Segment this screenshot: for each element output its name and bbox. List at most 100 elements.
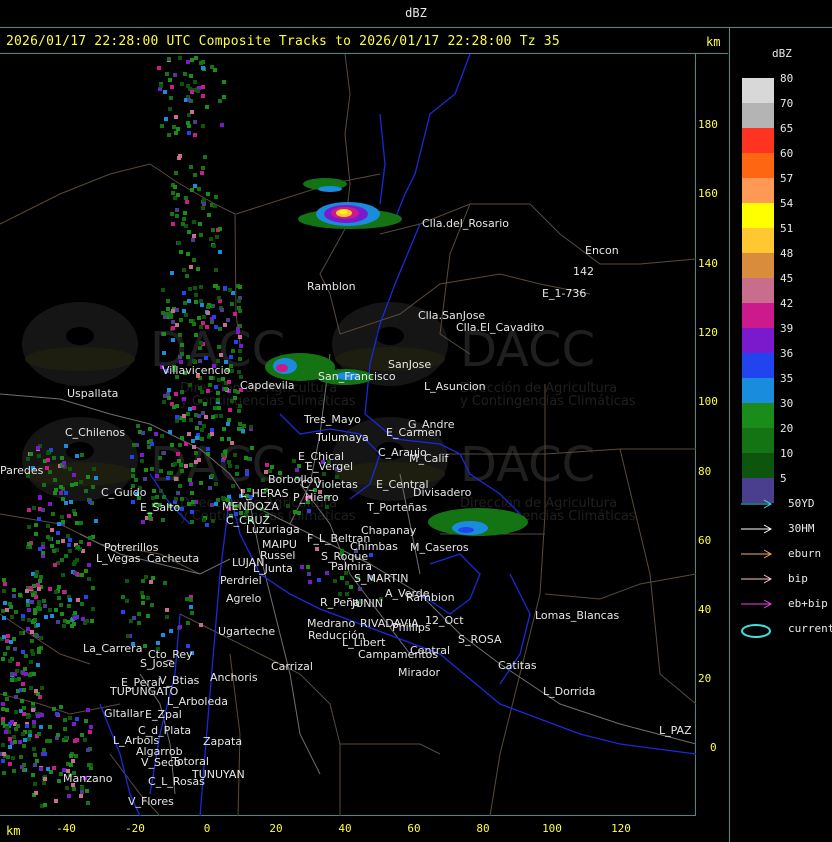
place-label: S_MARTIN [354, 572, 409, 585]
legend-value: 57 [780, 172, 794, 185]
place-label: 12_Oct [425, 614, 464, 627]
place-label: S_ROSA [458, 633, 502, 646]
track-arrow-icon [741, 524, 773, 534]
legend-swatch [742, 453, 774, 478]
legend-value: 5 [780, 472, 787, 485]
track-legend-item: bip [740, 571, 832, 587]
legend-swatch [742, 303, 774, 328]
legend-value: 36 [780, 347, 794, 360]
place-label: Ugarteche [218, 625, 275, 638]
place-label: E_Carmen [386, 426, 442, 439]
legend-value: 39 [780, 322, 794, 335]
place-label: MENDOZA [222, 500, 279, 513]
place-label: L_HERAS [240, 487, 289, 500]
legend-swatch [742, 428, 774, 453]
place-label: Cacheuta [147, 552, 199, 565]
x-tick: 60 [407, 822, 421, 835]
x-tick: 20 [269, 822, 283, 835]
place-label: V_Flores [128, 795, 174, 808]
y-tick: 180 [698, 118, 718, 131]
track-label: 30HM [788, 522, 815, 535]
place-label: 142 [573, 265, 594, 278]
legend-value: 48 [780, 247, 794, 260]
place-label: Encon [585, 244, 619, 257]
x-tick: 120 [611, 822, 631, 835]
place-label: Perdriel [220, 574, 262, 587]
legend-value: 80 [780, 72, 794, 85]
watermark-line2: y Contingencias Climáticas [180, 394, 356, 409]
place-label: San_Francisco [318, 370, 396, 383]
place-label: Gltallar [104, 707, 144, 720]
place-label: C_Violetas [301, 478, 358, 491]
place-label: Totoral [171, 755, 209, 768]
y-tick: 60 [698, 534, 712, 547]
x-tick: 80 [476, 822, 490, 835]
track-label: current [788, 622, 832, 635]
legend-swatch [742, 203, 774, 228]
place-label: Central [410, 644, 450, 657]
x-tick: 0 [203, 822, 211, 835]
legend-swatch [742, 353, 774, 378]
legend-value: 42 [780, 297, 794, 310]
place-label: S_Jose [140, 657, 175, 670]
place-label: E_Salto [140, 501, 181, 514]
place-label: E_1-736 [542, 287, 586, 300]
place-label: Luzuriaga [246, 523, 300, 536]
window-title: dBZ [405, 6, 427, 20]
y-tick: 20 [698, 672, 712, 685]
place-label: E_Zpal [145, 708, 182, 721]
place-label: Clla.del_Rosario [422, 217, 509, 230]
legend-value: 54 [780, 197, 794, 210]
track-arrow-icon [741, 574, 773, 584]
storm-cell-east [428, 508, 528, 536]
track-legend-item: 30HM [740, 521, 832, 537]
legend-swatch [742, 378, 774, 403]
legend-swatch [742, 103, 774, 128]
legend-swatch [742, 153, 774, 178]
x-tick: -20 [125, 822, 145, 835]
legend-value: 10 [780, 447, 794, 460]
place-label: L_PAZ [659, 724, 692, 737]
legend-value: 30 [780, 397, 794, 410]
track-legend-item: eb+bip [740, 596, 832, 612]
place-label: L_Dorrida [543, 685, 595, 698]
x-axis-unit: km [6, 824, 21, 838]
place-label: Mirador [398, 666, 441, 679]
watermark-line2: y Contingencias Climáticas [460, 394, 636, 409]
radar-map[interactable]: DACC Dirección de Agricultura y Continge… [0, 54, 696, 816]
legend-swatch [742, 78, 774, 103]
legend-swatch [742, 178, 774, 203]
legend-value: 60 [780, 147, 794, 160]
place-label: P_Hierro [293, 491, 339, 504]
track-label: eb+bip [788, 597, 828, 610]
place-label: Clla.El_Cavadito [456, 321, 545, 334]
place-label: Zapata [203, 735, 242, 748]
y-tick: 140 [698, 257, 718, 270]
y-tick: 160 [698, 187, 718, 200]
legend-value: 20 [780, 422, 794, 435]
place-label: Tres_Mayo [303, 413, 361, 426]
place-label: M_Caseros [410, 541, 469, 554]
place-label: T_Porteñas [366, 501, 428, 514]
place-label: Divisadero [413, 486, 472, 499]
y-tick: 40 [698, 603, 712, 616]
place-label: Rambion [406, 591, 455, 604]
legend-swatch [742, 228, 774, 253]
place-label: Manzano [63, 772, 113, 785]
legend-value: 70 [780, 97, 794, 110]
place-label: C_L_Rosas [148, 775, 205, 788]
y-tick: 120 [698, 326, 718, 339]
track-label: 50YD [788, 497, 815, 510]
radar-map-canvas: DACC Dirección de Agricultura y Continge… [0, 54, 696, 816]
top-divider [0, 27, 832, 28]
place-label: Lomas_Blancas [535, 609, 619, 622]
place-label: L_Arboleda [167, 695, 228, 708]
track-arrow-icon [741, 599, 773, 609]
y-tick: 100 [698, 395, 718, 408]
place-label: C_Guido [101, 486, 147, 499]
place-label: Agrelo [226, 592, 262, 605]
place-label: Carrizal [271, 660, 313, 673]
track-label: bip [788, 572, 808, 585]
track-label: eburn [788, 547, 822, 560]
place-label: Uspallata [67, 387, 118, 400]
